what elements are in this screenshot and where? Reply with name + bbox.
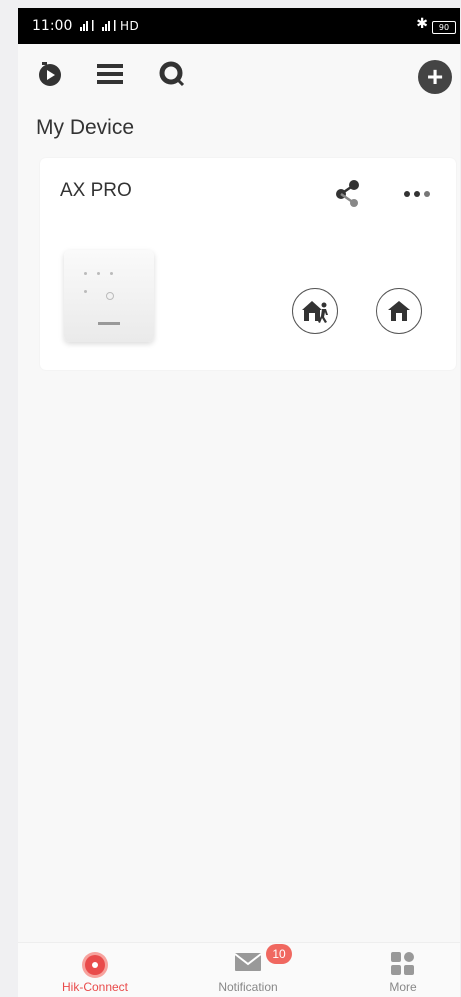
away-arm-button[interactable] [376,288,422,334]
notification-badge: 10 [266,944,292,964]
away-arm-icon [388,301,410,321]
device-image [64,250,154,342]
playback-icon[interactable] [34,58,66,90]
search-icon[interactable] [156,58,188,90]
device-card[interactable]: AX PRO [40,158,456,370]
status-bar: 11:00 HD ✱ 90 [18,8,460,44]
phone-screen: 11:00 HD ✱ 90 + My Device AX PRO Hik-Con… [18,8,460,997]
stay-arm-button[interactable] [292,288,338,334]
list-view-icon[interactable] [94,58,126,90]
device-name: AX PRO [60,180,132,201]
bluetooth-icon: ✱ [416,16,428,32]
status-time: 11:00 [32,18,73,34]
add-device-button[interactable]: + [418,60,452,94]
hik-connect-icon [82,952,108,978]
bottom-tab-bar: Hik-Connect Notification More [18,942,460,997]
tab-label-hik-connect: Hik-Connect [61,980,129,994]
top-toolbar: + [18,44,460,104]
page-title: My Device [36,116,135,139]
share-icon[interactable] [332,178,364,210]
battery-indicator: 90 [432,21,456,34]
mail-icon [234,953,262,971]
tab-more[interactable]: More [348,943,458,997]
tab-label-notification: Notification [218,980,278,994]
tab-hik-connect[interactable]: Hik-Connect [40,943,150,997]
network-indicator: HD [78,17,168,37]
grid-icon [391,952,414,975]
svg-text:HD: HD [120,19,139,33]
more-options-icon[interactable] [400,184,434,204]
stay-arm-icon [302,301,328,323]
signal-icon: HD [80,19,139,33]
tab-label-more: More [389,980,417,994]
